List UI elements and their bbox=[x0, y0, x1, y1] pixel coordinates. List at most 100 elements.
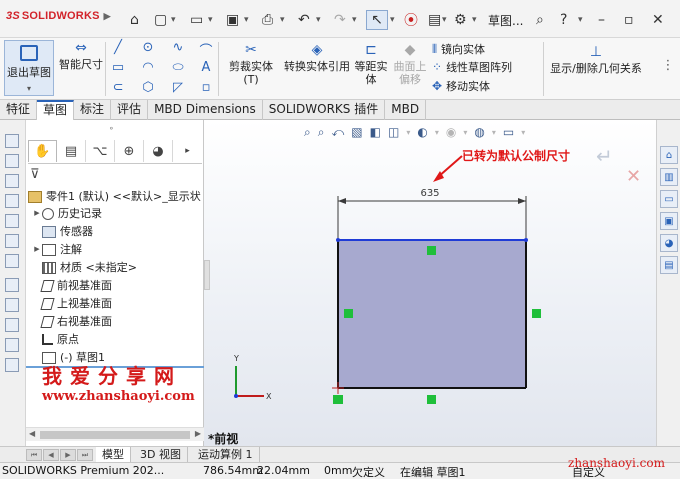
ellipse-tool-icon[interactable]: ⬭ bbox=[170, 60, 186, 75]
vertical-relation-icon[interactable] bbox=[532, 309, 541, 318]
vertical-relation-icon[interactable] bbox=[344, 309, 353, 318]
expand-icon[interactable]: ▶ bbox=[32, 241, 42, 258]
tree-item-front-plane[interactable]: 前视基准面 bbox=[32, 277, 112, 294]
horizontal-relation-icon[interactable] bbox=[427, 395, 436, 404]
strip-tool-icon[interactable] bbox=[5, 318, 19, 332]
prev-tab-icon[interactable]: ◀ bbox=[43, 449, 59, 461]
strip-tool-icon[interactable] bbox=[5, 254, 19, 268]
design-library-icon[interactable]: ▥ bbox=[660, 168, 678, 186]
maximize-icon[interactable]: ▫ bbox=[624, 10, 634, 30]
strip-tool-icon[interactable] bbox=[5, 134, 19, 148]
last-tab-icon[interactable]: ⏭ bbox=[77, 449, 93, 461]
configuration-manager-tab-icon[interactable]: ⌥ bbox=[86, 140, 115, 162]
slot-tool-icon[interactable]: ⊂ bbox=[110, 80, 126, 95]
tab-features[interactable]: 特征 bbox=[0, 100, 38, 120]
convert-entities-button[interactable]: ◈ 转换实体引用 bbox=[283, 42, 351, 73]
scroll-right-icon[interactable]: ▶ bbox=[195, 429, 201, 438]
linear-pattern-button[interactable]: ⁘ 线性草图阵列 bbox=[432, 59, 512, 75]
strip-tool-icon[interactable] bbox=[5, 234, 19, 248]
search-icon[interactable]: ⌕ bbox=[536, 10, 544, 30]
filter-icon[interactable]: ⊽ bbox=[30, 167, 40, 182]
strip-tool-icon[interactable] bbox=[5, 194, 19, 208]
undo-dropdown-icon[interactable]: ▾ bbox=[316, 10, 321, 30]
display-delete-relations-button[interactable]: ⊥ 显示/删除几何关系 bbox=[548, 44, 644, 75]
property-manager-tab-icon[interactable]: ▤ bbox=[57, 140, 86, 162]
panel-horizontal-scrollbar[interactable]: ◀ ▶ bbox=[26, 427, 204, 441]
view-palette-icon[interactable]: ▣ bbox=[660, 212, 678, 230]
file-explorer-icon[interactable]: ▭ bbox=[660, 190, 678, 208]
coincident-relation-icon[interactable] bbox=[333, 395, 343, 404]
tab-mbd-dimensions[interactable]: MBD Dimensions bbox=[148, 100, 263, 120]
panel-more-icon[interactable]: ▸ bbox=[173, 140, 202, 162]
custom-properties-icon[interactable]: ▤ bbox=[660, 256, 678, 274]
tab-annotation[interactable]: 标注 bbox=[74, 100, 112, 120]
graphics-area[interactable]: ⌕ ⌕ ⤺ ▧ ◧ ◫ ▾ ◐ ▾ ◉ ▾ ◍ ▾ ▭ ▾ 已转为默认公制尺寸 … bbox=[204, 120, 656, 446]
undo-icon[interactable]: ↶ bbox=[298, 10, 310, 30]
select-dropdown-icon[interactable]: ▾ bbox=[390, 10, 395, 30]
tab-3d-views[interactable]: 3D 视图 bbox=[134, 447, 188, 463]
line-tool-icon[interactable]: ╱ bbox=[110, 40, 126, 55]
next-tab-icon[interactable]: ▶ bbox=[60, 449, 76, 461]
text-tool-icon[interactable]: A bbox=[198, 60, 214, 75]
circle-tool-icon[interactable]: ⊙ bbox=[140, 40, 156, 55]
sketch-rectangle[interactable] bbox=[338, 240, 526, 388]
corner-point[interactable] bbox=[524, 238, 528, 242]
point-tool-icon[interactable]: ▫ bbox=[198, 80, 214, 95]
feature-manager-tab-icon[interactable]: ✋ bbox=[28, 140, 57, 162]
tab-solidworks-addins[interactable]: SOLIDWORKS 插件 bbox=[263, 100, 386, 120]
new-dropdown-icon[interactable]: ▾ bbox=[171, 10, 176, 30]
strip-tool-icon[interactable] bbox=[5, 154, 19, 168]
rectangle-tool-icon[interactable]: ▭ bbox=[110, 60, 126, 75]
tree-root[interactable]: 零件1 (默认) <<默认>_显示状 bbox=[28, 188, 201, 205]
tab-model[interactable]: 模型 bbox=[96, 447, 131, 463]
select-cursor-icon[interactable]: ↖ bbox=[366, 10, 388, 30]
trim-entities-button[interactable]: ✂ 剪裁实体(T) bbox=[222, 42, 280, 86]
expand-icon[interactable]: ▶ bbox=[32, 205, 42, 222]
sketch-fillet-icon[interactable]: ⌒ bbox=[198, 40, 214, 59]
tab-evaluate[interactable]: 评估 bbox=[111, 100, 149, 120]
redo-icon[interactable]: ↷ bbox=[334, 10, 346, 30]
minimize-icon[interactable]: – bbox=[598, 10, 605, 30]
mirror-entities-button[interactable]: ⫴ 镜向实体 bbox=[432, 41, 485, 57]
tree-item-material[interactable]: 材质 <未指定> bbox=[32, 259, 137, 276]
scroll-left-icon[interactable]: ◀ bbox=[29, 429, 35, 438]
help-icon[interactable]: ? bbox=[560, 10, 567, 30]
new-document-icon[interactable]: ▢ bbox=[154, 10, 167, 30]
display-manager-tab-icon[interactable]: ◕ bbox=[144, 140, 173, 162]
smart-dimension-button[interactable]: ⇔ 智能尺寸 bbox=[58, 40, 104, 71]
redo-dropdown-icon[interactable]: ▾ bbox=[352, 10, 357, 30]
file-properties-dropdown-icon[interactable]: ▾ bbox=[442, 10, 447, 30]
arc-tool-icon[interactable]: ◠ bbox=[140, 60, 156, 75]
options-gear-icon[interactable]: ⚙ bbox=[454, 10, 467, 30]
tab-motion-study-1[interactable]: 运动算例 1 bbox=[192, 447, 260, 463]
scroll-thumb[interactable] bbox=[40, 431, 190, 439]
print-dropdown-icon[interactable]: ▾ bbox=[280, 10, 285, 30]
help-dropdown-icon[interactable]: ▾ bbox=[578, 10, 583, 30]
dimxpert-tab-icon[interactable]: ⊕ bbox=[115, 140, 144, 162]
exit-sketch-dropdown-icon[interactable]: ▾ bbox=[5, 84, 53, 93]
offset-entities-button[interactable]: ⊏ 等距实体 bbox=[353, 42, 389, 86]
panel-grip-icon[interactable]: ⚬ bbox=[108, 124, 115, 133]
horizontal-relation-icon[interactable] bbox=[427, 246, 436, 255]
strip-tool-icon[interactable] bbox=[5, 214, 19, 228]
solidworks-resources-icon[interactable]: ⌂ bbox=[660, 146, 678, 164]
strip-tool-icon[interactable] bbox=[5, 298, 19, 312]
save-dropdown-icon[interactable]: ▾ bbox=[244, 10, 249, 30]
tab-sketch[interactable]: 草图 bbox=[37, 100, 75, 120]
strip-tool-icon[interactable] bbox=[5, 338, 19, 352]
toolbar-options-icon[interactable]: ⋮ bbox=[660, 58, 676, 73]
tree-item-annotations[interactable]: ▶ 注解 bbox=[32, 241, 82, 258]
rebuild-icon[interactable]: ⦿ bbox=[404, 10, 418, 30]
tree-item-top-plane[interactable]: 上视基准面 bbox=[32, 295, 112, 312]
spline-tool-icon[interactable]: ∿ bbox=[170, 40, 186, 55]
home-icon[interactable]: ⌂ bbox=[130, 10, 139, 30]
tab-mbd[interactable]: MBD bbox=[385, 100, 427, 120]
dimension-value[interactable]: 635 bbox=[420, 188, 439, 199]
print-icon[interactable]: ⎙ bbox=[262, 10, 273, 30]
open-icon[interactable]: ▭ bbox=[190, 10, 203, 30]
strip-tool-icon[interactable] bbox=[5, 358, 19, 372]
tree-item-sensors[interactable]: 传感器 bbox=[32, 223, 93, 240]
first-tab-icon[interactable]: ⏮ bbox=[26, 449, 42, 461]
solidworks-logo[interactable]: 3S SOLIDWORKS ▶ bbox=[6, 10, 111, 22]
corner-point[interactable] bbox=[336, 238, 340, 242]
